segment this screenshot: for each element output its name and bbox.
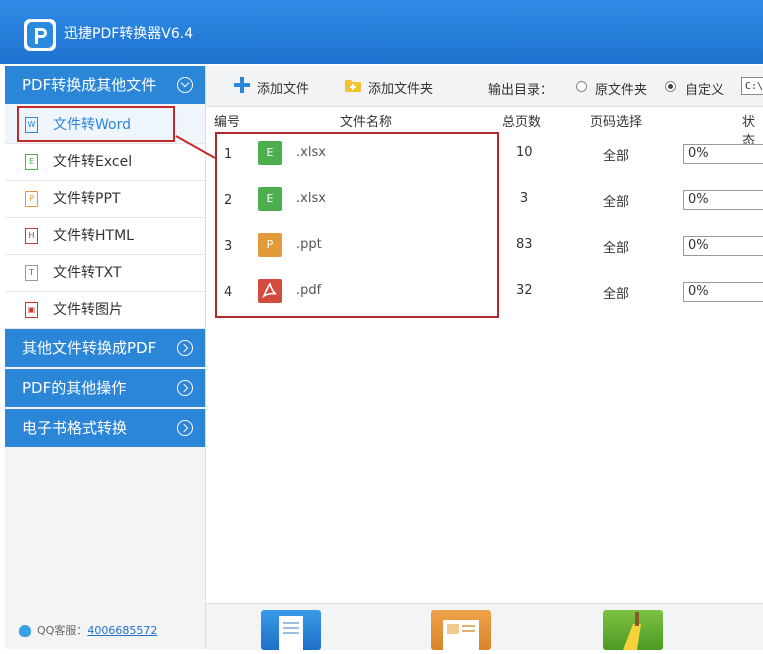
bottom-action-bar (206, 603, 763, 650)
annotation-connector (175, 135, 216, 159)
open-folder-icon[interactable] (431, 610, 491, 650)
clear-list-icon[interactable] (603, 610, 663, 650)
convert-document-icon[interactable] (261, 610, 321, 650)
